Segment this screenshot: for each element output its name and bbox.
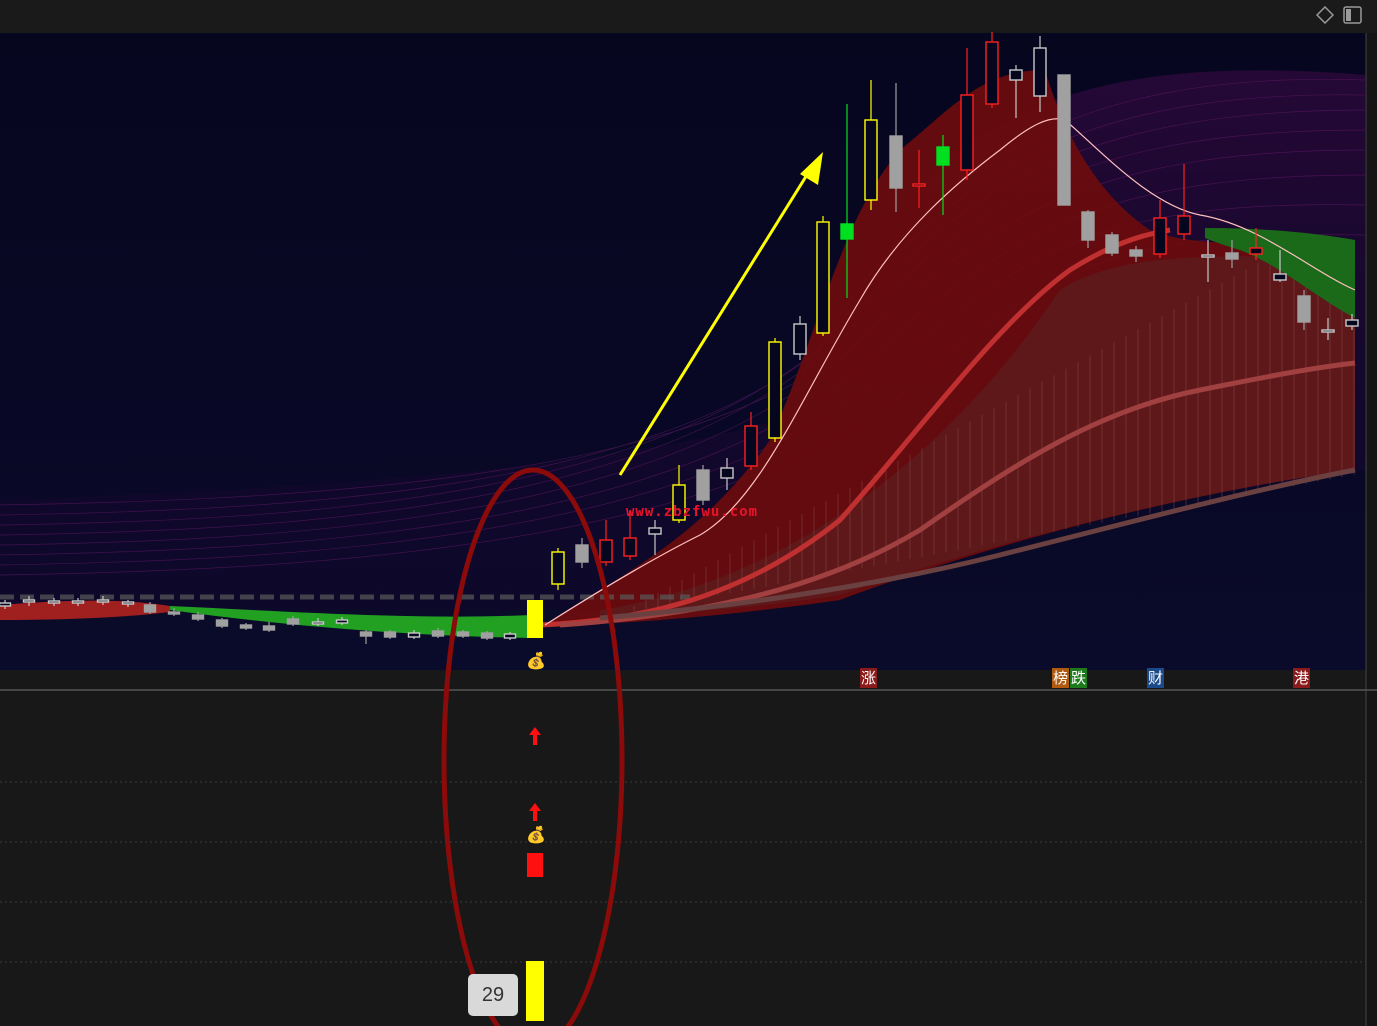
candle-body[interactable] xyxy=(744,425,758,467)
candle-body[interactable] xyxy=(575,544,589,563)
right-axis xyxy=(1366,33,1377,1026)
candle-body[interactable] xyxy=(720,467,734,479)
candle-body[interactable] xyxy=(1081,211,1095,241)
candle-body[interactable] xyxy=(960,94,974,171)
event-tag-up[interactable]: 涨 xyxy=(860,668,878,688)
candle-body[interactable] xyxy=(47,600,61,604)
candle-body[interactable] xyxy=(239,624,253,629)
money-bag-icon-lower: 💰 xyxy=(526,825,546,844)
candle-body[interactable] xyxy=(456,631,470,637)
event-tag-rank[interactable]: 榜 xyxy=(1052,668,1070,688)
watermark-text: www.zbzfwu.com xyxy=(626,504,759,520)
event-tag-finance[interactable]: 财 xyxy=(1147,668,1165,688)
date-label: 29 xyxy=(468,974,518,1016)
candle-body[interactable] xyxy=(480,632,494,639)
candle-body[interactable] xyxy=(696,469,710,501)
candle-body[interactable] xyxy=(503,633,517,639)
candle-body[interactable] xyxy=(335,619,349,624)
candle-body[interactable] xyxy=(262,625,276,631)
candle-body[interactable] xyxy=(1225,252,1239,260)
candle-body[interactable] xyxy=(1009,69,1023,81)
lower-grid xyxy=(0,781,1366,963)
candle-body[interactable] xyxy=(1153,217,1167,255)
candle-body[interactable] xyxy=(864,119,878,201)
candle-body[interactable] xyxy=(599,539,613,563)
signal-bar-red xyxy=(527,853,543,877)
signal-bar-yellow-lower xyxy=(526,961,544,1021)
candle-body[interactable] xyxy=(985,41,999,105)
candle-body[interactable] xyxy=(311,621,325,625)
candle-body[interactable] xyxy=(1249,247,1263,255)
candle-body[interactable] xyxy=(912,183,926,187)
candle-body[interactable] xyxy=(96,599,110,603)
candle-body[interactable] xyxy=(1273,273,1287,281)
candle-body[interactable] xyxy=(215,619,229,627)
candle-body[interactable] xyxy=(191,614,205,620)
candle-body[interactable] xyxy=(648,527,662,535)
candle-body[interactable] xyxy=(431,630,445,637)
candle-body[interactable] xyxy=(936,146,950,166)
event-tag-down[interactable]: 跌 xyxy=(1070,668,1088,688)
candle-body[interactable] xyxy=(1129,249,1143,257)
candle-body[interactable] xyxy=(71,600,85,604)
up-arrow-icon xyxy=(529,727,541,745)
candle-body[interactable] xyxy=(551,551,565,585)
candle-body[interactable] xyxy=(1105,234,1119,254)
candle-body[interactable] xyxy=(793,323,807,355)
candle-body[interactable] xyxy=(1201,254,1215,258)
candle-body[interactable] xyxy=(889,135,903,189)
candle-body[interactable] xyxy=(1297,295,1311,323)
candle-body[interactable] xyxy=(167,611,181,615)
candle-body[interactable] xyxy=(121,601,135,605)
candle-body[interactable] xyxy=(816,221,830,334)
event-tag-hk[interactable]: 港 xyxy=(1293,668,1311,688)
money-bag-icon: 💰 xyxy=(526,651,546,670)
up-arrow-icon-2 xyxy=(529,803,541,821)
candle-body[interactable] xyxy=(22,599,36,603)
candle-body[interactable] xyxy=(623,537,637,557)
candle-body[interactable] xyxy=(768,341,782,439)
candle-body[interactable] xyxy=(383,631,397,638)
candle-body[interactable] xyxy=(1345,319,1359,327)
candle-body[interactable] xyxy=(1321,329,1335,333)
candle-body[interactable] xyxy=(407,632,421,638)
candle-body[interactable] xyxy=(286,618,300,625)
candle-body[interactable] xyxy=(1033,47,1047,97)
candle-body[interactable] xyxy=(0,602,12,607)
candle-body[interactable] xyxy=(359,631,373,637)
signal-bar-main xyxy=(527,600,543,638)
candle-body[interactable] xyxy=(1177,215,1191,235)
candle-body[interactable] xyxy=(143,604,157,613)
candle-body[interactable] xyxy=(1057,74,1071,206)
candle-body[interactable] xyxy=(840,223,854,240)
